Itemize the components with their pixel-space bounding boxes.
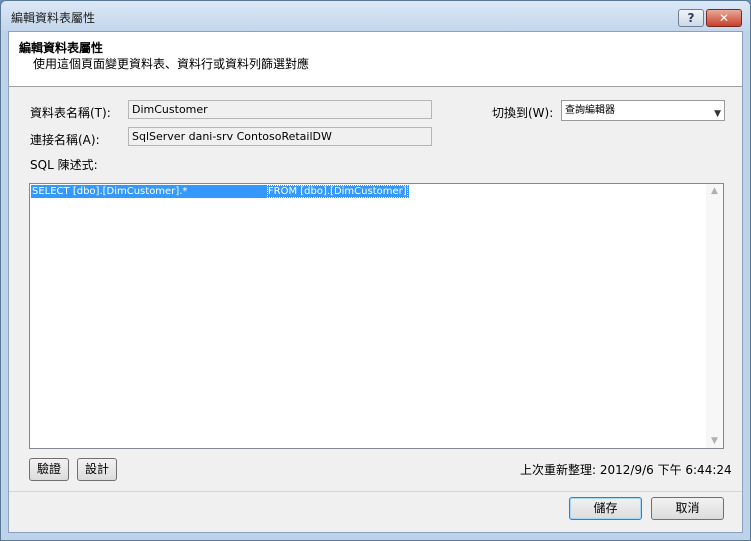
scroll-down-icon[interactable]: ▼	[706, 436, 723, 446]
help-button[interactable]: ?	[678, 9, 704, 27]
save-button[interactable]: 儲存	[569, 497, 642, 520]
dialog-client-area: 編輯資料表屬性 使用這個頁面變更資料表、資料行或資料列篩選對應 資料表名稱(T)…	[8, 31, 743, 533]
chevron-down-icon[interactable]: ▼	[714, 105, 721, 124]
dialog-header: 編輯資料表屬性 使用這個頁面變更資料表、資料行或資料列篩選對應	[9, 32, 742, 87]
design-button[interactable]: 設計	[77, 458, 117, 481]
header-description: 使用這個頁面變更資料表、資料行或資料列篩選對應	[33, 57, 310, 71]
switch-to-value: 查詢編輯器	[565, 105, 615, 116]
validate-button[interactable]: 驗證	[29, 458, 69, 481]
header-title: 編輯資料表屬性	[19, 41, 104, 55]
switch-to-dropdown[interactable]: 查詢編輯器 ▼	[561, 100, 725, 121]
last-refresh-status: 上次重新整理: 2012/9/6 下午 6:44:24	[520, 463, 732, 477]
title-bar[interactable]: 編輯資料表屬性 ? ✕	[1, 1, 750, 31]
sql-text-from: FROM [dbo].[DimCustomer]	[266, 185, 408, 198]
sql-statement-editor[interactable]: SELECT [dbo].[DimCustomer].* FROM [dbo].…	[29, 183, 724, 449]
close-button[interactable]: ✕	[706, 9, 742, 27]
sql-selected-text: SELECT [dbo].[DimCustomer].* FROM [dbo].…	[31, 185, 409, 198]
dialog-window: 編輯資料表屬性 ? ✕ 編輯資料表屬性 使用這個頁面變更資料表、資料行或資料列篩…	[0, 0, 751, 541]
sql-statement-label: SQL 陳述式:	[30, 158, 98, 172]
sql-editor-scrollbar[interactable]: ▲ ▼	[706, 184, 723, 448]
connection-name-label: 連接名稱(A):	[30, 133, 100, 147]
footer-separator	[9, 491, 742, 492]
window-title: 編輯資料表屬性	[11, 11, 96, 25]
scroll-up-icon[interactable]: ▲	[706, 186, 723, 196]
connection-name-field[interactable]: SqlServer dani-srv ContosoRetailDW	[128, 127, 432, 146]
table-name-field[interactable]: DimCustomer	[128, 100, 432, 119]
cancel-button[interactable]: 取消	[651, 497, 724, 520]
switch-to-label: 切換到(W):	[492, 106, 554, 120]
sql-text-select: SELECT [dbo].[DimCustomer].*	[32, 186, 267, 197]
table-name-label: 資料表名稱(T):	[30, 106, 111, 120]
